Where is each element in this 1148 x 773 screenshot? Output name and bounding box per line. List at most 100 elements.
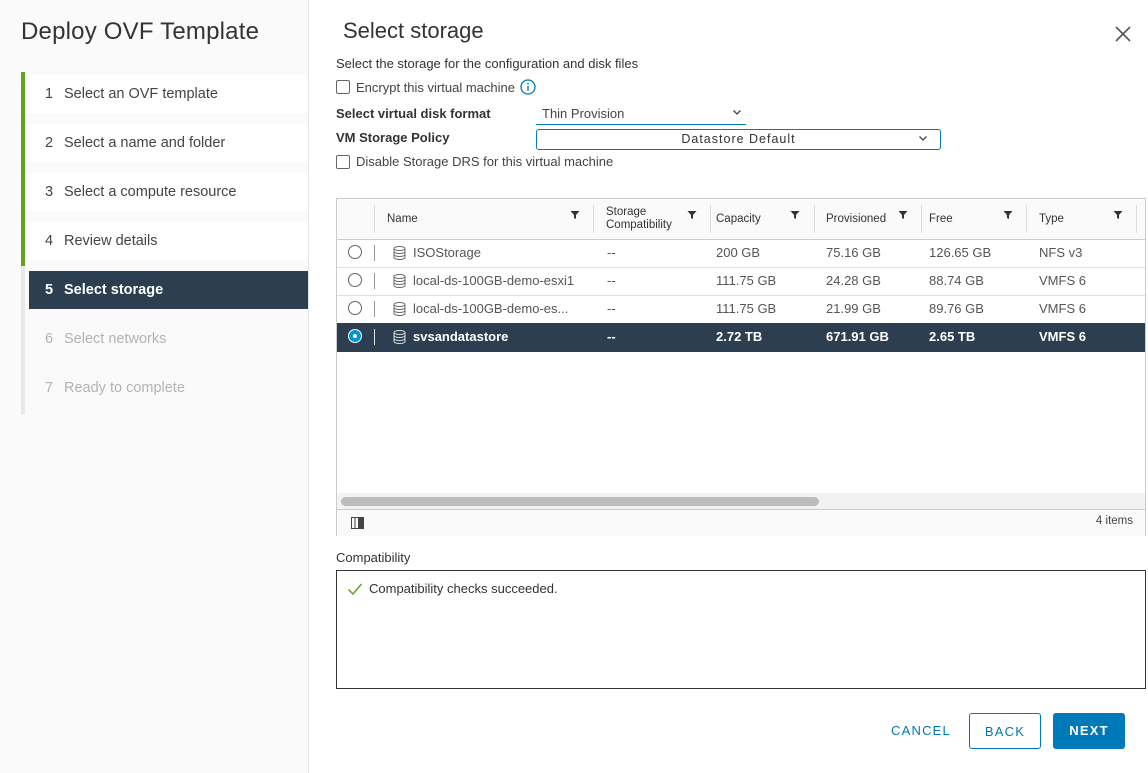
- step-label: Select an OVF template: [64, 86, 218, 102]
- disk-format-select[interactable]: Thin Provision: [536, 105, 746, 125]
- storage-policy-label: VM Storage Policy: [336, 130, 450, 145]
- filter-icon[interactable]: [898, 210, 908, 220]
- step-ready-to-complete: 7 Ready to complete: [25, 369, 308, 407]
- column-separator: [593, 205, 594, 233]
- step-label: Ready to complete: [64, 380, 185, 396]
- info-icon[interactable]: [520, 79, 536, 95]
- grid-footer: 4 items: [337, 509, 1145, 536]
- filter-icon[interactable]: [1113, 210, 1123, 220]
- filter-icon[interactable]: [570, 210, 580, 220]
- filter-icon[interactable]: [1003, 210, 1013, 220]
- filter-icon[interactable]: [687, 210, 697, 220]
- cell-type: NFS v3: [1039, 245, 1083, 260]
- cell-provisioned: 24.28 GB: [826, 273, 881, 288]
- next-button[interactable]: NEXT: [1053, 713, 1125, 749]
- compatibility-label: Compatibility: [336, 550, 411, 565]
- step-number: 6: [45, 331, 54, 347]
- row-separator: [374, 273, 375, 289]
- wizard-steps: 1 Select an OVF template 2 Select a name a…: [21, 72, 308, 414]
- wizard-content: Select storage Select the storage for th…: [309, 0, 1148, 773]
- cell-type: VMFS 6: [1039, 301, 1086, 316]
- step-review-details[interactable]: 4 Review details: [25, 222, 308, 260]
- step-select-networks: 6 Select networks: [25, 320, 308, 358]
- chevron-down-icon: [919, 136, 927, 141]
- chevron-down-icon: [733, 110, 741, 115]
- disk-format-label: Select virtual disk format: [336, 106, 491, 121]
- cell-free: 126.65 GB: [929, 245, 992, 260]
- item-count: 4 items: [1095, 515, 1133, 527]
- row-radio[interactable]: [348, 301, 362, 315]
- row-separator: [374, 301, 375, 317]
- close-icon[interactable]: [1113, 24, 1133, 44]
- cell-name: local-ds-100GB-demo-esxi1: [413, 273, 575, 288]
- scrollbar-thumb[interactable]: [341, 497, 819, 506]
- page-subtitle: Select the storage for the configuration…: [336, 56, 639, 71]
- step-label: Select a name and folder: [64, 135, 226, 151]
- cell-provisioned: 671.91 GB: [826, 329, 889, 344]
- table-row[interactable]: ISOStorage -- 200 GB 75.16 GB 126.65 GB …: [337, 239, 1145, 268]
- column-separator: [921, 205, 922, 233]
- disk-format-value: Thin Provision: [542, 106, 625, 121]
- column-header-name[interactable]: Name: [381, 199, 593, 239]
- step-number: 3: [45, 184, 54, 200]
- compatibility-message: Compatibility checks succeeded.: [369, 581, 558, 596]
- filter-icon[interactable]: [790, 210, 800, 220]
- disable-drs-row: Disable Storage DRS for this virtual mac…: [336, 154, 613, 169]
- column-title-line: Compatibility: [606, 219, 672, 231]
- step-label: Select networks: [64, 331, 167, 347]
- cell-type: VMFS 6: [1039, 329, 1086, 344]
- column-separator: [1136, 205, 1137, 233]
- step-number: 7: [45, 380, 54, 396]
- cell-free: 2.65 TB: [929, 329, 976, 344]
- row-radio[interactable]: [348, 273, 362, 287]
- datastore-icon: [393, 274, 406, 288]
- column-toggle-icon[interactable]: [351, 517, 364, 529]
- column-title-line: Storage: [606, 206, 647, 218]
- cancel-button[interactable]: CANCEL: [884, 713, 958, 749]
- step-number: 5: [45, 282, 54, 298]
- page-title: Select storage: [343, 18, 484, 43]
- disable-drs-checkbox[interactable]: [336, 154, 350, 169]
- compatibility-panel: Compatibility checks succeeded.: [336, 570, 1146, 689]
- wizard-sidebar: Deploy OVF Template 1 Select an OVF templ…: [0, 0, 309, 773]
- column-title: Type: [1039, 213, 1064, 225]
- step-select-storage[interactable]: 5 Select storage: [29, 271, 308, 309]
- column-separator: [374, 205, 375, 233]
- datastore-grid: Name Storage Compatibility Capacity Provi…: [336, 198, 1146, 536]
- table-row-selected[interactable]: svsandatastore -- 2.72 TB 671.91 GB 2.65…: [337, 323, 1145, 352]
- row-radio[interactable]: [348, 245, 362, 259]
- step-select-ovf-template[interactable]: 1 Select an OVF template: [25, 75, 308, 113]
- column-separator: [814, 205, 815, 233]
- step-number: 4: [45, 233, 54, 249]
- disable-drs-label: Disable Storage DRS for this virtual mac…: [356, 154, 614, 169]
- cell-name: svsandatastore: [413, 329, 509, 344]
- cell-provisioned: 21.99 GB: [826, 301, 881, 316]
- cell-capacity: 111.75 GB: [716, 301, 777, 316]
- grid-header: Name Storage Compatibility Capacity Provi…: [337, 199, 1145, 240]
- back-button[interactable]: BACK: [969, 713, 1041, 749]
- column-title: Provisioned: [826, 213, 887, 225]
- step-label: Review details: [64, 233, 158, 249]
- row-radio-selected[interactable]: [348, 329, 362, 343]
- cell-free: 89.76 GB: [929, 301, 984, 316]
- column-header-capacity[interactable]: Capacity: [710, 199, 820, 239]
- column-title: Name: [387, 213, 418, 225]
- cell-provisioned: 75.16 GB: [826, 245, 881, 260]
- wizard-title: Deploy OVF Template: [21, 18, 260, 45]
- cell-type: VMFS 6: [1039, 273, 1086, 288]
- cell-capacity: 111.75 GB: [716, 273, 777, 288]
- storage-policy-select[interactable]: Datastore Default: [536, 129, 941, 150]
- table-row[interactable]: local-ds-100GB-demo-esxi1 -- 111.75 GB 2…: [337, 267, 1145, 296]
- table-row[interactable]: local-ds-100GB-demo-es... -- 111.75 GB 2…: [337, 295, 1145, 324]
- cell-capacity: 200 GB: [716, 245, 761, 260]
- step-label: Select a compute resource: [64, 184, 237, 200]
- datastore-icon: [393, 302, 406, 316]
- encrypt-vm-checkbox[interactable]: [336, 80, 350, 94]
- step-select-name-folder[interactable]: 2 Select a name and folder: [25, 124, 308, 162]
- encrypt-vm-label: Encrypt this virtual machine: [356, 79, 515, 95]
- row-separator: [374, 245, 375, 261]
- cell-compatibility: --: [607, 245, 616, 260]
- storage-policy-value: Datastore Default: [681, 132, 796, 146]
- column-title: Storage Compatibility: [606, 206, 672, 232]
- step-select-compute-resource[interactable]: 3 Select a compute resource: [25, 173, 308, 211]
